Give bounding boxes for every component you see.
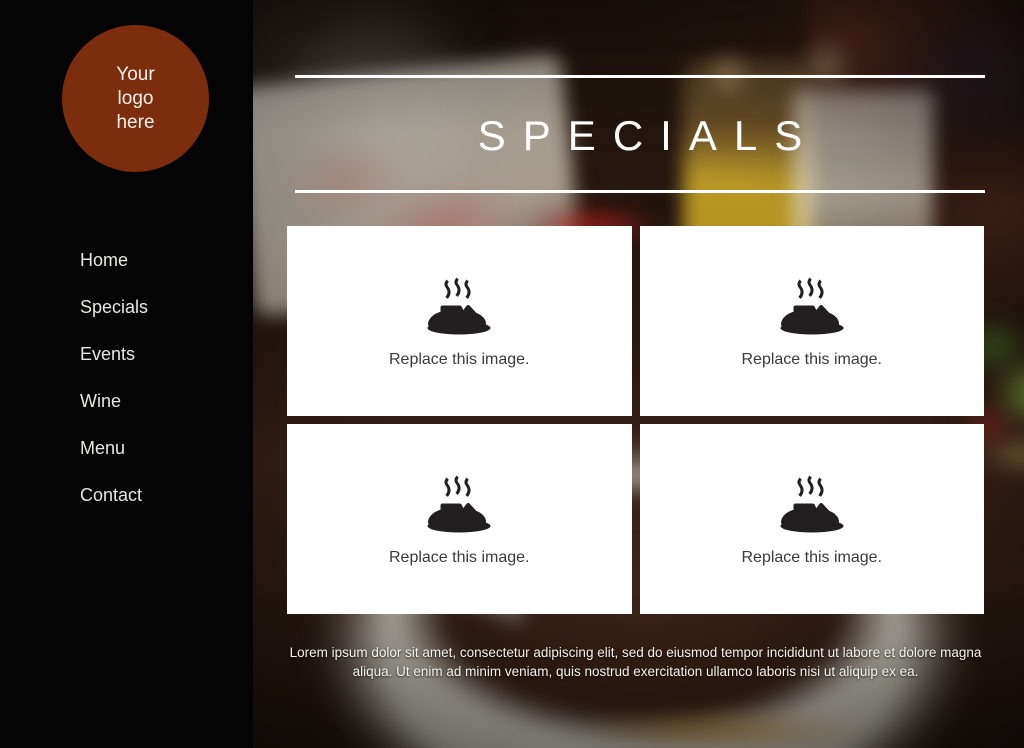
logo-line-2: logo	[117, 87, 154, 109]
nav-item-menu[interactable]: Menu	[80, 437, 250, 459]
nav-item-home[interactable]: Home	[80, 249, 250, 271]
sidebar: Your logo here Home Specials Events Wine…	[0, 0, 253, 748]
specials-caption: Lorem ipsum dolor sit amet, consectetur …	[289, 645, 982, 679]
hot-dish-icon	[780, 475, 844, 533]
nav-item-contact[interactable]: Contact	[80, 484, 250, 506]
specials-gallery: Replace this image. Replace this image.	[287, 226, 984, 614]
gallery-card-label: Replace this image.	[741, 549, 882, 566]
hot-dish-icon	[780, 277, 844, 335]
gallery-card-2[interactable]: Replace this image.	[639, 226, 984, 416]
gallery-card-4[interactable]: Replace this image.	[639, 424, 984, 614]
logo-line-3: here	[116, 111, 155, 133]
main-navigation: Home Specials Events Wine Menu Contact	[80, 249, 250, 506]
page-root: Your logo here Home Specials Events Wine…	[0, 0, 1024, 748]
logo[interactable]: Your logo here	[62, 25, 209, 172]
title-rule-bottom	[295, 190, 985, 193]
gallery-card-1[interactable]: Replace this image.	[287, 226, 632, 416]
gallery-card-label: Replace this image.	[741, 351, 882, 368]
page-title: SPECIALS	[477, 112, 820, 159]
gallery-card-3[interactable]: Replace this image.	[287, 424, 632, 614]
hot-dish-icon	[427, 277, 491, 335]
nav-item-specials[interactable]: Specials	[80, 296, 250, 318]
title-rule-top	[295, 75, 985, 78]
gallery-card-label: Replace this image.	[388, 549, 530, 566]
nav-item-events[interactable]: Events	[80, 343, 250, 365]
nav-item-wine[interactable]: Wine	[80, 390, 250, 412]
hot-dish-icon	[427, 475, 491, 533]
main-content: SPECIALS Replace this image. Replace thi…	[253, 0, 1024, 748]
gallery-card-label: Replace this image.	[388, 351, 530, 368]
logo-line-1: Your	[116, 63, 155, 85]
